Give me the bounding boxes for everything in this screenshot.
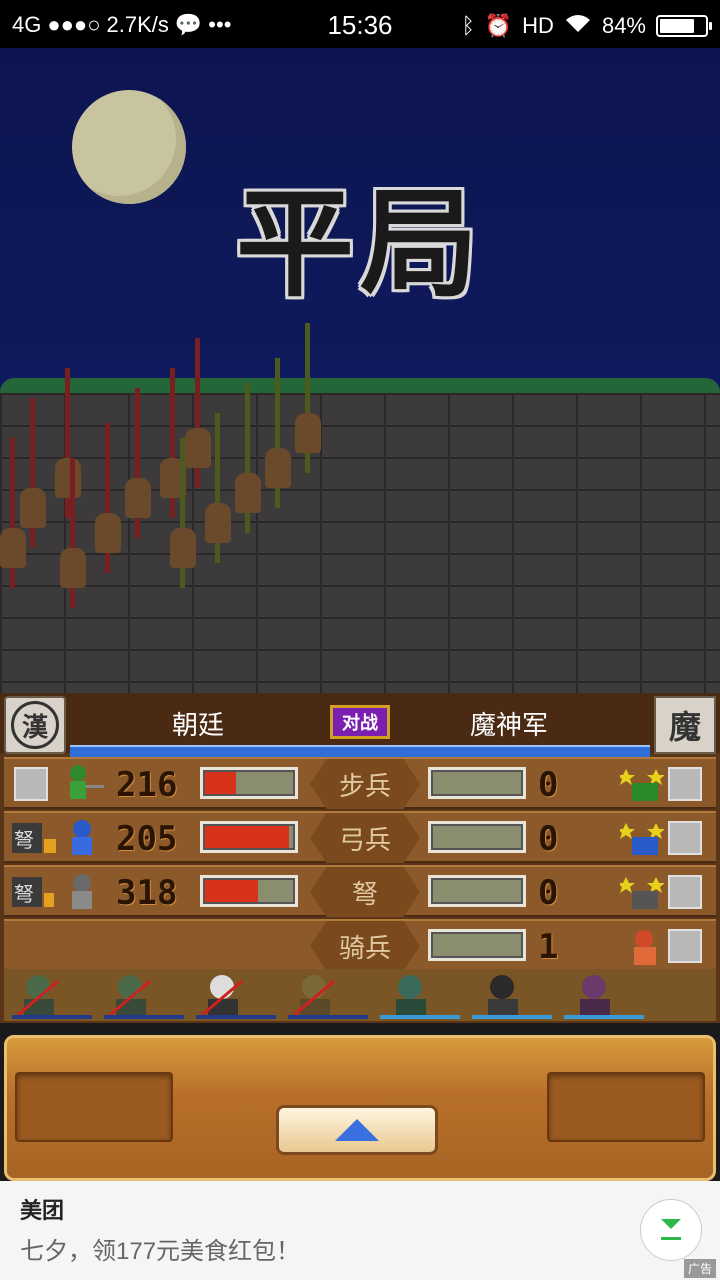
svg-text:弩: 弩 [14, 882, 34, 906]
unit-type-label: 骑兵 [310, 921, 420, 971]
right-count: 1 [538, 927, 559, 967]
right-checkbox[interactable] [668, 767, 702, 801]
left-gauge [200, 875, 298, 907]
crossbow-rank-icon: 弩 [10, 871, 54, 913]
right-gauge [428, 767, 526, 799]
versus-badge: 对战 [330, 705, 390, 739]
battle-result-title: 平局 [235, 174, 484, 313]
right-checkbox[interactable] [668, 821, 702, 855]
unit-type-label: 弩 [310, 867, 420, 917]
squad-slot[interactable] [376, 971, 464, 1019]
left-count: 318 [116, 873, 178, 913]
infantry-portrait-icon [62, 763, 106, 805]
unit-type-label: 弓兵 [310, 813, 420, 863]
controls-area [0, 1023, 720, 1181]
ad-tag: 广告 [683, 1259, 716, 1278]
ad-subtitle: 七夕，领177元美食红包！ [20, 1238, 301, 1265]
status-bar: 4G ●●●○ 2.7K/s 💬 ••• 15:36 ᛒ ⏰ HD 84% [0, 0, 720, 48]
right-gauge [428, 821, 526, 853]
right-faction-badge: 魔 [654, 696, 716, 754]
unit-type-label: 步兵 [310, 759, 420, 809]
right-faction-name: 魔神军 [470, 711, 549, 741]
wifi-icon [564, 12, 592, 40]
archer-portrait-icon [62, 817, 106, 859]
left-checkbox[interactable] [14, 767, 48, 801]
archer-rank-icon: 弩 [10, 817, 56, 859]
unit-row-crossbow: 弩 318 弩 0 [4, 865, 716, 917]
squad-slot[interactable] [284, 971, 372, 1019]
soldier [265, 448, 291, 488]
bluetooth-icon: ᛒ [461, 13, 475, 38]
arrow-up-icon [335, 1119, 379, 1141]
battery-percent: 84% [601, 13, 646, 38]
soldier [60, 548, 86, 588]
soldier [0, 528, 26, 568]
left-count: 216 [116, 765, 178, 805]
right-checkbox[interactable] [668, 929, 702, 963]
enemy-archer-icon [617, 819, 665, 859]
battery-icon [656, 15, 712, 37]
left-faction-name: 朝廷 [172, 711, 225, 741]
download-button[interactable] [640, 1199, 702, 1261]
ad-banner[interactable]: 美团 七夕，领177元美食红包！ 广告 [0, 1181, 720, 1280]
right-gauge [428, 929, 526, 961]
enemy-crossbow-icon [617, 873, 665, 913]
svg-text:弩: 弩 [14, 828, 34, 852]
right-count: 0 [538, 765, 559, 805]
strength-bar [70, 745, 650, 757]
soldier [170, 528, 196, 568]
soldier [125, 478, 151, 518]
alarm-icon: ⏰ [484, 13, 513, 38]
right-action-button[interactable] [547, 1072, 705, 1142]
expand-up-button[interactable] [276, 1105, 438, 1155]
panel-header: 漢 朝廷 对战 魔神军 魔 [0, 693, 720, 757]
left-gauge [200, 821, 298, 853]
soldier [205, 503, 231, 543]
enemy-infantry-icon [617, 765, 665, 805]
soldier [95, 513, 121, 553]
hd-indicator: HD [522, 13, 554, 38]
soldier [295, 413, 321, 453]
soldier [185, 428, 211, 468]
left-action-button[interactable] [15, 1072, 173, 1142]
right-count: 0 [538, 873, 559, 913]
squad-strip [4, 969, 716, 1021]
unit-row-cavalry: 骑兵 1 [4, 919, 716, 971]
download-icon [661, 1219, 681, 1240]
soldier [55, 458, 81, 498]
squad-slot[interactable] [560, 971, 648, 1019]
unit-row-archer: 弩 205 弓兵 0 [4, 811, 716, 863]
unit-row-infantry: 216 步兵 0 [4, 757, 716, 809]
right-count: 0 [538, 819, 559, 859]
squad-slot[interactable] [100, 971, 188, 1019]
right-checkbox[interactable] [668, 875, 702, 909]
left-faction-badge: 漢 [4, 696, 66, 754]
soldier [235, 473, 261, 513]
squad-slot[interactable] [468, 971, 556, 1019]
ad-title: 美团 [20, 1198, 65, 1223]
enemy-cavalry-icon [620, 927, 660, 967]
squad-slot[interactable] [192, 971, 280, 1019]
left-gauge [200, 767, 298, 799]
crossbow-portrait-icon [62, 871, 106, 913]
right-gauge [428, 875, 526, 907]
left-count: 205 [116, 819, 178, 859]
battle-scene: 平局 [0, 48, 720, 693]
battle-panel: 漢 朝廷 对战 魔神军 魔 216 步兵 0 弩 205 弓兵 0 弩 318 … [0, 693, 720, 1023]
squad-slot[interactable] [8, 971, 96, 1019]
soldier [20, 488, 46, 528]
